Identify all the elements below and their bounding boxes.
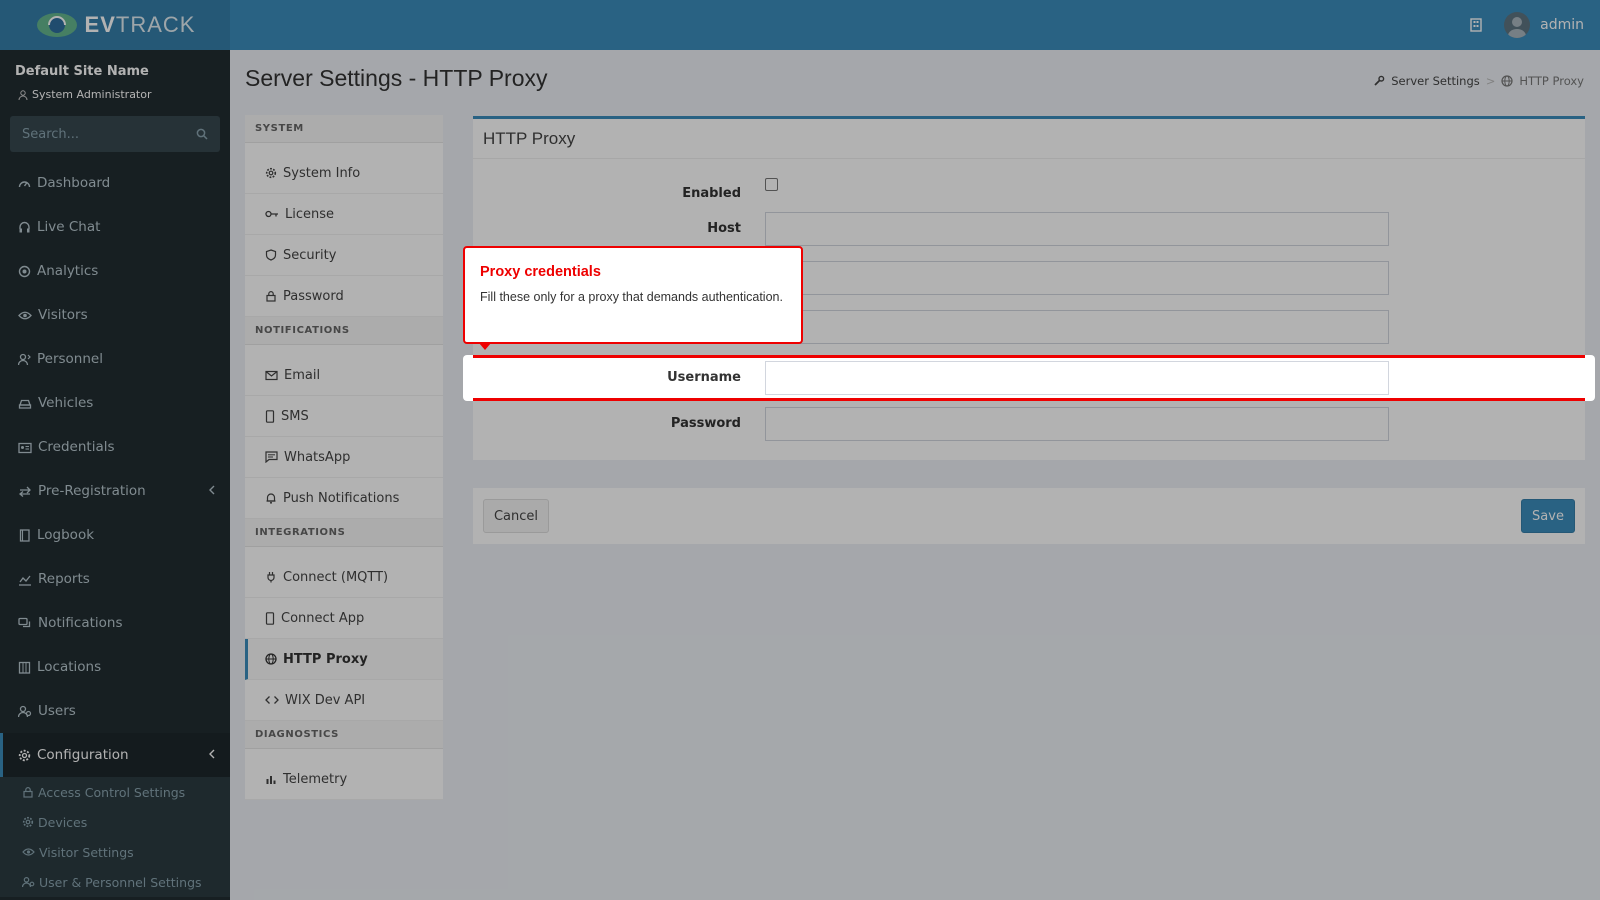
tour-spotlight: Username [463,355,1595,401]
tour-tooltip: Proxy credentials Fill these only for a … [463,246,803,350]
tour-overlay [0,0,1600,900]
username-label: Username [667,370,741,385]
username-input[interactable] [765,361,1389,395]
form-row-username: Username [473,355,1585,401]
tooltip-title: Proxy credentials [480,264,601,280]
tooltip-arrow [479,343,491,350]
tooltip-body: Fill these only for a proxy that demands… [480,290,783,304]
